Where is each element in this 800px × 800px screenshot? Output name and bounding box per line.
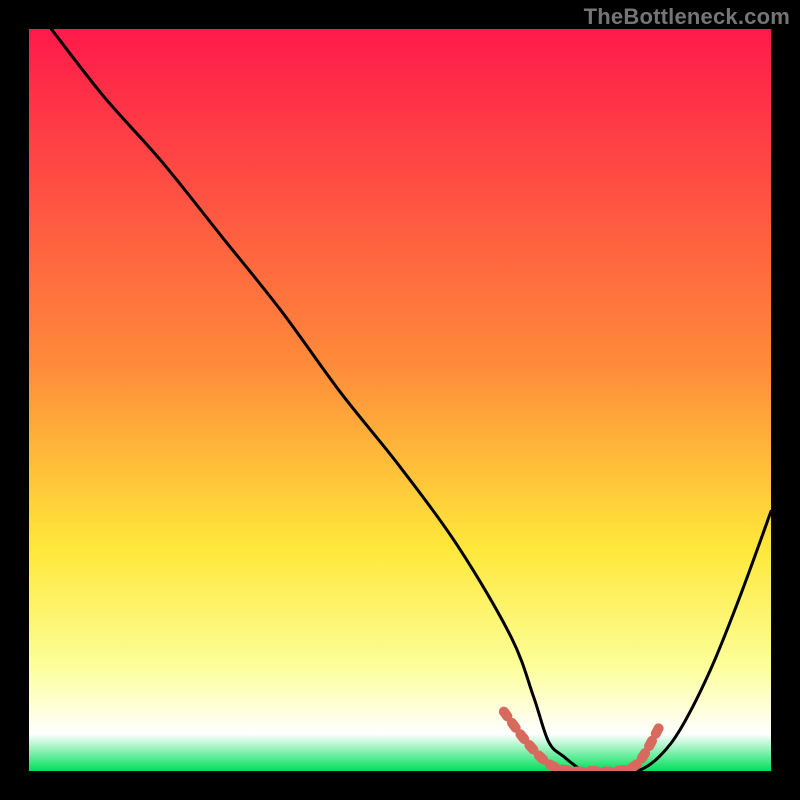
chart-svg: [29, 29, 771, 771]
chart-frame: TheBottleneck.com: [0, 0, 800, 800]
plot-area: [29, 29, 771, 771]
watermark-text: TheBottleneck.com: [584, 4, 790, 30]
gradient-background: [29, 29, 771, 771]
